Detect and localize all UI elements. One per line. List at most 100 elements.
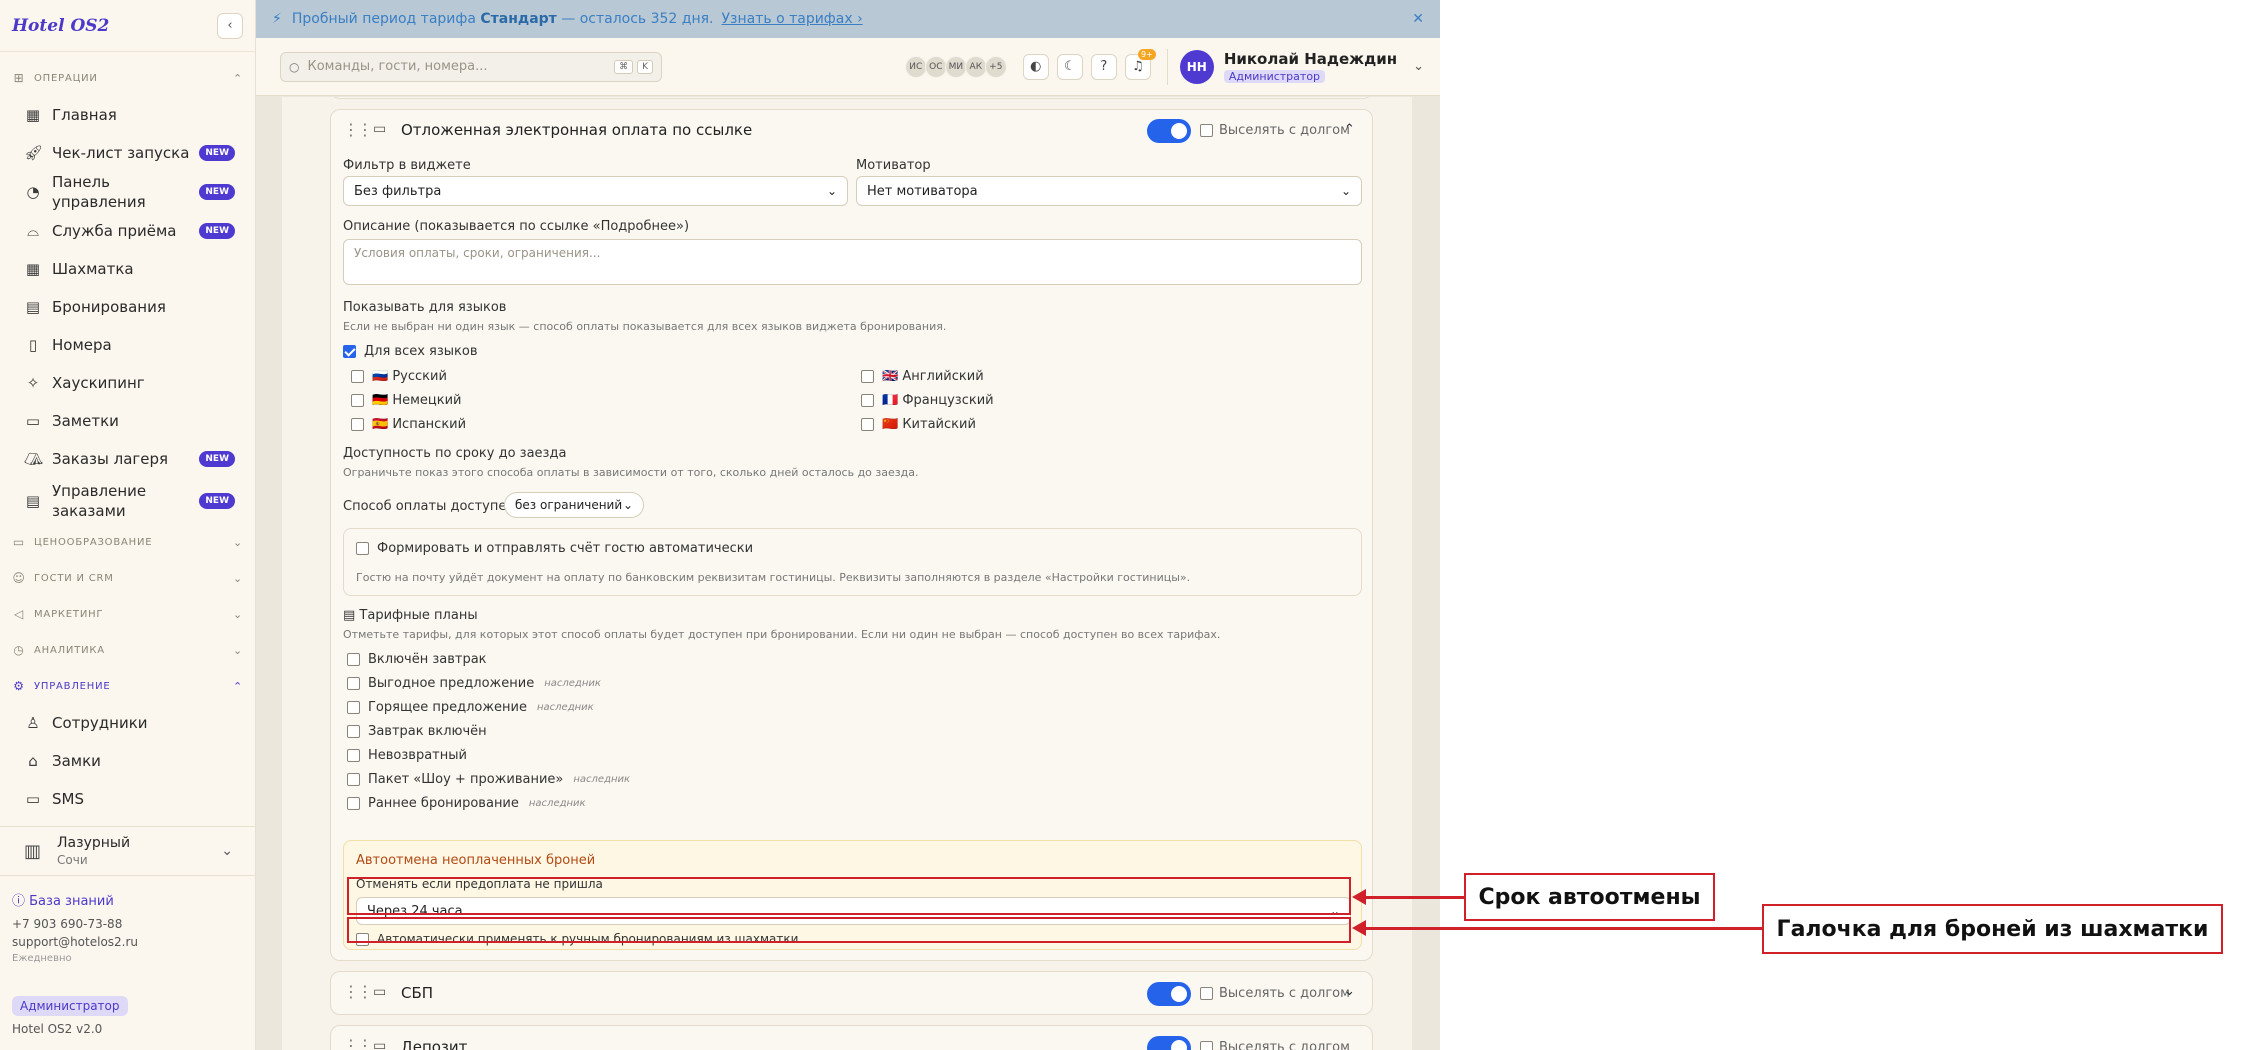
bell-icon: ⌓ [27, 222, 39, 240]
avatar[interactable]: МИ [944, 55, 967, 78]
tariff-checkbox[interactable]: Включён завтрак [347, 652, 487, 667]
language-es-checkbox[interactable]: 🇪🇸 Испанский [351, 417, 466, 432]
sidebar-item-control-panel[interactable]: ◔ Панель управления NEW [0, 172, 255, 212]
auto-invoice-checkbox[interactable]: Формировать и отправлять счёт гостю авто… [356, 541, 753, 556]
dashboard-icon: ▦ [25, 106, 41, 124]
tariff-checkbox[interactable]: Раннее бронирование наследник [347, 796, 586, 811]
all-languages-checkbox[interactable]: Для всех языков [343, 344, 478, 359]
knowledge-base-link[interactable]: ⓘ База знаний [12, 890, 138, 909]
moon-icon: ☾ [1063, 59, 1076, 74]
search-box[interactable]: ○ ⌘ K [280, 51, 662, 82]
receipt-icon: ▤ [25, 492, 41, 510]
section-guests-crm[interactable]: ☺ ГОСТИ И CRM ⌄ [0, 560, 255, 596]
sidebar-header: Hotel OS2 ‹ [0, 0, 255, 52]
gear-icon: ⚙ [13, 679, 25, 693]
tariff-checkbox[interactable]: Завтрак включён [347, 724, 487, 739]
sidebar-item-order-management[interactable]: ▤ Управление заказами NEW [0, 478, 255, 524]
evict-with-debt-checkbox[interactable]: Выселять с долгом [1200, 986, 1350, 1001]
evict-with-debt-checkbox[interactable]: Выселять с долгом [1200, 1040, 1350, 1050]
new-badge: NEW [199, 145, 235, 161]
section-analytics[interactable]: ◷ АНАЛИТИКА ⌄ [0, 632, 255, 668]
support-schedule: Ежедневно [12, 953, 72, 964]
sidebar-item-sms[interactable]: ▭ SMS [0, 780, 255, 816]
notifications-button[interactable]: ♫ 9+ [1124, 48, 1156, 80]
language-ru-checkbox[interactable]: 🇷🇺 Русский [351, 369, 447, 384]
search-input[interactable] [307, 59, 611, 74]
sidebar-item-staff[interactable]: ♙ Сотрудники [0, 704, 255, 742]
section-marketing[interactable]: ◁ МАРКЕТИНГ ⌄ [0, 596, 255, 632]
language-fr-checkbox[interactable]: 🇫🇷 Французский [861, 393, 994, 408]
payment-enabled-toggle[interactable] [1147, 1036, 1191, 1050]
tariffs-link[interactable]: Узнать о тарифах › [722, 11, 863, 27]
payment-enabled-toggle[interactable] [1147, 982, 1191, 1006]
inherited-tag: наследник [573, 774, 631, 785]
theme-palette-button[interactable]: ◐ [1022, 53, 1049, 80]
support-phone[interactable]: +7 903 690-73-88 [12, 917, 138, 931]
payment-method-card: ⋮⋮ ▭ Отложенная электронная оплата по сс… [330, 109, 1373, 961]
palette-icon: ◐ [1030, 59, 1042, 74]
availability-hint: Ограничьте показ этого способа оплаты в … [343, 466, 919, 479]
sidebar-item-bookings[interactable]: ▤ Бронирования [0, 288, 255, 326]
sidebar-item-launch-checklist[interactable]: 🚀︎ Чек-лист запуска NEW [0, 134, 255, 172]
availability-select[interactable]: без ограничений ⌄ [504, 492, 644, 518]
sidebar-item-front-desk[interactable]: ⌓ Служба приёма NEW [0, 212, 255, 250]
user-menu[interactable]: НН Николай Надеждин Администратор ⌄ [1179, 49, 1424, 84]
avatar[interactable]: АК [964, 55, 987, 78]
sidebar-item-chessboard[interactable]: ▦ Шахматка [0, 250, 255, 288]
support-email[interactable]: support@hotelos2.ru [12, 935, 138, 949]
online-users[interactable]: ИС ОС МИ АК +5 [904, 55, 1007, 78]
avatar[interactable]: ОС [924, 55, 947, 78]
sidebar-item-rooms[interactable]: ▯ Номера [0, 326, 255, 364]
sidebar-item-notes[interactable]: ▭ Заметки [0, 402, 255, 440]
auto-cancel-title: Автоотмена неоплаченных броней [356, 853, 596, 868]
payment-method-card: ⋮⋮ ▭ Депозит Выселять с долгом [330, 1025, 1373, 1050]
flag-gb-icon: 🇬🇧 [882, 369, 899, 384]
more-users[interactable]: +5 [984, 55, 1007, 78]
collapse-sidebar-button[interactable]: ‹ [217, 12, 243, 39]
hotel-city: Сочи [57, 853, 88, 867]
sidebar-item-camp-orders[interactable]: ⛺︎ Заказы лагеря NEW [0, 440, 255, 478]
chevron-down-icon[interactable]: ⌄ [1344, 984, 1355, 999]
sidebar-nav[interactable]: ⊞ ОПЕРАЦИИ ⌃ ▦ Главная 🚀︎ Чек-лист запуска… [0, 60, 255, 816]
flag-ru-icon: 🇷🇺 [372, 369, 389, 384]
language-en-checkbox[interactable]: 🇬🇧 Английский [861, 369, 984, 384]
chevron-down-icon: ⌄ [232, 643, 243, 657]
avatar[interactable]: ИС [904, 55, 927, 78]
grid-icon: ▦ [25, 260, 41, 278]
drag-handle-icon[interactable]: ⋮⋮ [343, 120, 373, 139]
motivator-select[interactable]: Нет мотиватора ⌄ [856, 176, 1362, 206]
chevron-down-icon: ⌄ [1413, 59, 1424, 74]
sidebar-item-home[interactable]: ▦ Главная [0, 96, 255, 134]
new-badge: NEW [199, 493, 235, 509]
tariff-checkbox[interactable]: Выгодное предложение наследник [347, 676, 601, 691]
tariff-checkbox[interactable]: Горящее предложение наследник [347, 700, 594, 715]
description-label: Описание (показывается по ссылке «Подроб… [343, 219, 690, 234]
drag-handle-icon[interactable]: ⋮⋮ [343, 1036, 373, 1050]
section-management[interactable]: ⚙ УПРАВЛЕНИЕ ⌃ [0, 668, 255, 704]
section-operations[interactable]: ⊞ ОПЕРАЦИИ ⌃ [0, 60, 255, 96]
app-logo[interactable]: Hotel OS2 [12, 16, 109, 36]
tariff-checkbox[interactable]: Невозвратный [347, 748, 467, 763]
language-zh-checkbox[interactable]: 🇨🇳 Китайский [861, 417, 976, 432]
help-button[interactable]: ? [1090, 53, 1117, 80]
description-textarea[interactable]: Условия оплаты, сроки, ограничения... [343, 239, 1362, 285]
drag-handle-icon[interactable]: ⋮⋮ [343, 982, 373, 1001]
topbar: ○ ⌘ K ИС ОС МИ АК +5 ◐ ☾ ? ♫9+ НН Никола… [256, 38, 1440, 96]
widget-filter-select[interactable]: Без фильтра ⌄ [343, 176, 848, 206]
section-pricing[interactable]: ▭ ЦЕНООБРАЗОВАНИЕ ⌄ [0, 524, 255, 560]
close-icon[interactable]: ✕ [1412, 11, 1424, 27]
flag-de-icon: 🇩🇪 [372, 393, 389, 408]
avatar: НН [1179, 49, 1214, 84]
sidebar-item-housekeeping[interactable]: ✧ Хаускипинг [0, 364, 255, 402]
payment-enabled-toggle[interactable] [1147, 119, 1191, 143]
hotel-switcher[interactable]: ▥ Лазурный Сочи ⌄ [0, 826, 255, 876]
inherited-tag: наследник [528, 798, 586, 809]
chevron-up-icon[interactable]: ⌃ [1344, 122, 1355, 137]
tariff-checkbox[interactable]: Пакет «Шоу + проживание» наследник [347, 772, 630, 787]
evict-with-debt-checkbox[interactable]: Выселять с долгом [1200, 123, 1350, 138]
language-de-checkbox[interactable]: 🇩🇪 Немецкий [351, 393, 462, 408]
message-icon: ▭ [25, 790, 41, 808]
sidebar-item-locks[interactable]: ⌂ Замки [0, 742, 255, 780]
app-version: Hotel OS2 v2.0 [12, 1022, 103, 1036]
dark-mode-button[interactable]: ☾ [1056, 53, 1083, 80]
